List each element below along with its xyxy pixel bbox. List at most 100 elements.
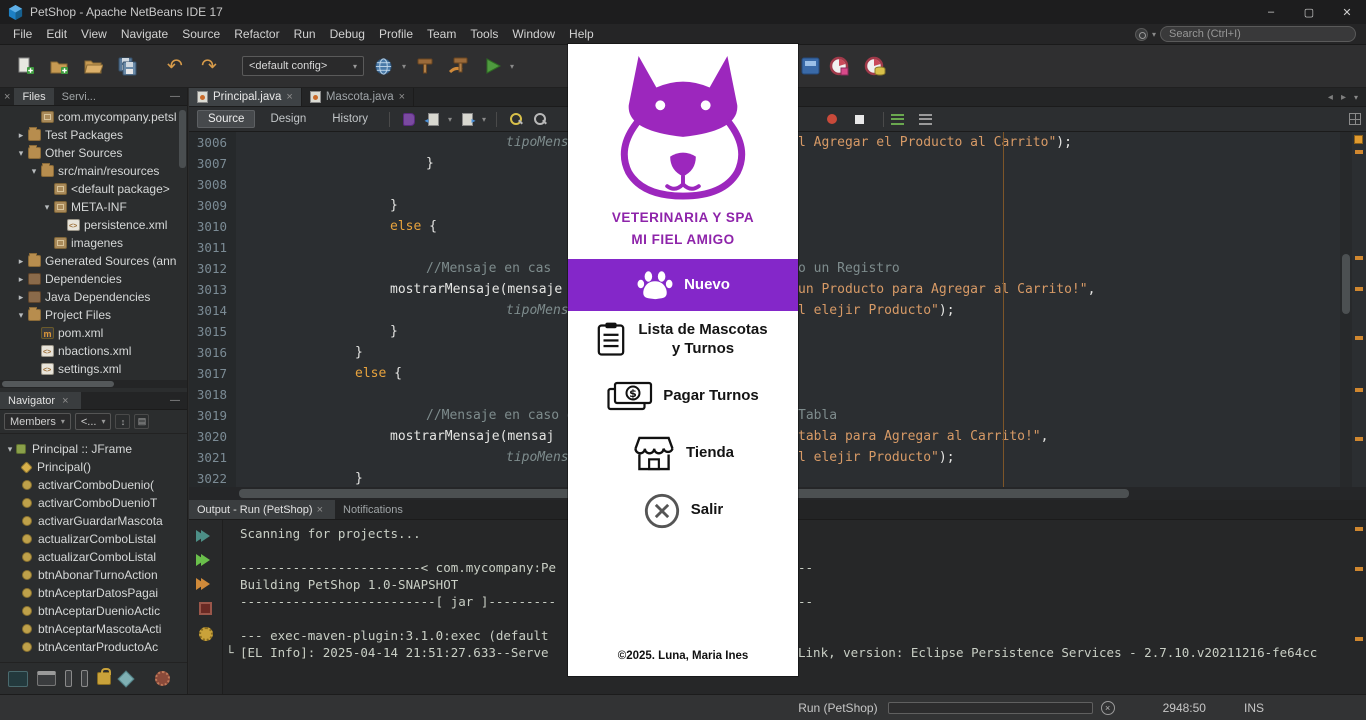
tree-item[interactable]: com.mycompany.petsl xyxy=(0,108,187,126)
save-all-button[interactable] xyxy=(112,51,142,81)
tree-item[interactable]: ▾ META-INF xyxy=(0,198,187,216)
collapse-right-icon[interactable] xyxy=(81,670,88,687)
menu-edit[interactable]: Edit xyxy=(39,25,74,43)
tree-item[interactable]: ▸ Test Packages xyxy=(0,126,187,144)
search-scope-icon[interactable] xyxy=(1134,27,1148,41)
warning-mark-icon[interactable] xyxy=(1355,527,1363,531)
minimize-panel-icon[interactable]: — xyxy=(163,91,187,102)
menu-window[interactable]: Window xyxy=(505,25,562,43)
maximize-button[interactable]: ▢ xyxy=(1290,0,1328,24)
inherited-filter-select[interactable]: <... ▾ xyxy=(74,413,112,430)
collapse-arrow-icon[interactable]: ▾ xyxy=(15,148,27,159)
navigator-member[interactable]: btnAceptarMascotaActi xyxy=(0,620,187,638)
projects-vertical-scrollbar[interactable] xyxy=(179,110,186,168)
stop-task-icon[interactable]: × xyxy=(1100,700,1115,715)
collapse-arrow-icon[interactable]: ▾ xyxy=(15,310,27,321)
warning-mark-icon[interactable] xyxy=(1355,388,1363,392)
view-history-button[interactable]: History xyxy=(321,110,379,128)
expand-arrow-icon[interactable]: ▸ xyxy=(15,256,27,267)
scroll-tabs-left-icon[interactable]: ◂ xyxy=(1328,92,1333,103)
expand-arrow-icon[interactable]: ▸ xyxy=(15,292,27,303)
tree-item[interactable]: ▸ Generated Sources (ann xyxy=(0,252,187,270)
editor-tab-mascota.java[interactable]: Mascota.java × xyxy=(302,88,415,106)
expand-arrow-icon[interactable]: ▸ xyxy=(15,130,27,141)
navigator-member[interactable]: actualizarComboListal xyxy=(0,548,187,566)
expand-arrow-icon[interactable]: ▸ xyxy=(15,274,27,285)
warning-mark-icon[interactable] xyxy=(1355,256,1363,260)
close-tab-icon[interactable]: × xyxy=(313,504,327,516)
clean-build-project-button[interactable] xyxy=(444,51,474,81)
projects-horizontal-scrollbar[interactable] xyxy=(0,380,187,388)
tree-item[interactable]: ▾ Other Sources xyxy=(0,144,187,162)
rerun-with-goals-icon[interactable] xyxy=(196,554,210,566)
view-design-button[interactable]: Design xyxy=(259,110,317,128)
menu-debug[interactable]: Debug xyxy=(323,25,372,43)
menu-help[interactable]: Help xyxy=(562,25,601,43)
tree-item[interactable]: imagenes xyxy=(0,234,187,252)
run-project-button[interactable] xyxy=(478,51,508,81)
record-macro-icon[interactable] xyxy=(823,110,841,128)
navigator-member[interactable]: btnAbonarTurnoAction xyxy=(0,566,187,584)
undo-button[interactable]: ↶ xyxy=(160,51,190,81)
back-caret-icon[interactable]: ▾ xyxy=(448,115,452,124)
lock-icon[interactable] xyxy=(97,668,111,685)
find-icon[interactable] xyxy=(531,110,549,128)
tab-files[interactable]: Files xyxy=(14,88,54,105)
tree-item[interactable]: ▸ Dependencies xyxy=(0,270,187,288)
close-panel-icon[interactable]: × xyxy=(0,91,14,103)
collapse-arrow-icon[interactable]: ▾ xyxy=(41,202,53,213)
tree-item[interactable]: settings.xml xyxy=(0,360,187,378)
output-tab-output-run-petshop-[interactable]: Output - Run (PetShop) × xyxy=(189,500,335,519)
tree-item[interactable]: ▸ Java Dependencies xyxy=(0,288,187,306)
warning-mark-icon[interactable] xyxy=(1355,150,1363,154)
app-menu-lista[interactable]: Lista de Mascotas y Turnos xyxy=(568,311,798,368)
back-icon[interactable] xyxy=(424,110,442,128)
warning-mark-icon[interactable] xyxy=(1355,637,1363,641)
forward-icon[interactable] xyxy=(458,110,476,128)
profile-sql-button[interactable] xyxy=(860,51,890,81)
tree-item[interactable]: persistence.xml xyxy=(0,216,187,234)
navigator-member[interactable]: Principal() xyxy=(0,458,187,476)
app-menu-pagar[interactable]: $ Pagar Turnos xyxy=(568,368,798,425)
stop-macro-icon[interactable] xyxy=(850,110,868,128)
collapse-left-icon[interactable] xyxy=(65,670,72,687)
run-caret-icon[interactable]: ▾ xyxy=(510,62,514,71)
scrollbar-thumb[interactable] xyxy=(2,381,114,387)
close-navigator-icon[interactable]: × xyxy=(58,395,72,407)
history-book-icon[interactable] xyxy=(400,110,418,128)
gear-icon[interactable] xyxy=(155,671,170,686)
navigator-member[interactable]: actualizarComboListal xyxy=(0,530,187,548)
new-file-button[interactable] xyxy=(10,51,40,81)
build-project-button[interactable] xyxy=(410,51,440,81)
tree-item[interactable]: nbactions.xml xyxy=(0,342,187,360)
warning-mark-icon[interactable] xyxy=(1355,437,1363,441)
app-menu-tienda[interactable]: Tienda xyxy=(568,425,798,482)
search-scope-caret-icon[interactable]: ▾ xyxy=(1152,30,1156,39)
tab-services[interactable]: Servi... xyxy=(54,88,104,105)
rerun-debug-icon[interactable] xyxy=(196,578,210,590)
web-browser-caret-icon[interactable]: ▾ xyxy=(402,62,406,71)
stop-build-icon[interactable] xyxy=(199,602,212,615)
menu-refactor[interactable]: Refactor xyxy=(227,25,286,43)
scrollbar-thumb[interactable] xyxy=(1342,254,1350,314)
app-menu-salir[interactable]: Salir xyxy=(568,482,798,539)
tree-item[interactable]: <default package> xyxy=(0,180,187,198)
output-tab-notifications[interactable]: Notifications xyxy=(335,500,411,519)
tree-item[interactable]: ▾ src/main/resources xyxy=(0,162,187,180)
config-select[interactable]: <default config> ▾ xyxy=(242,56,364,76)
sort-members-icon[interactable]: ↕ xyxy=(115,414,131,429)
close-tab-icon[interactable]: × xyxy=(399,91,405,103)
menu-view[interactable]: View xyxy=(74,25,114,43)
maven-settings-icon[interactable] xyxy=(198,627,213,641)
split-editor-icon[interactable] xyxy=(1349,113,1361,125)
tree-item[interactable]: ▾ Project Files xyxy=(0,306,187,324)
navigator-member[interactable]: activarComboDuenioT xyxy=(0,494,187,512)
members-filter-select[interactable]: Members ▾ xyxy=(4,413,71,430)
tab-navigator[interactable]: Navigator × xyxy=(0,392,81,409)
warning-mark-icon[interactable] xyxy=(1355,567,1363,571)
typing-mode[interactable]: INS xyxy=(1244,701,1264,715)
menu-profile[interactable]: Profile xyxy=(372,25,420,43)
close-tab-icon[interactable]: × xyxy=(286,91,292,103)
tree-item[interactable]: m pom.xml xyxy=(0,324,187,342)
web-browser-button[interactable] xyxy=(368,51,398,81)
